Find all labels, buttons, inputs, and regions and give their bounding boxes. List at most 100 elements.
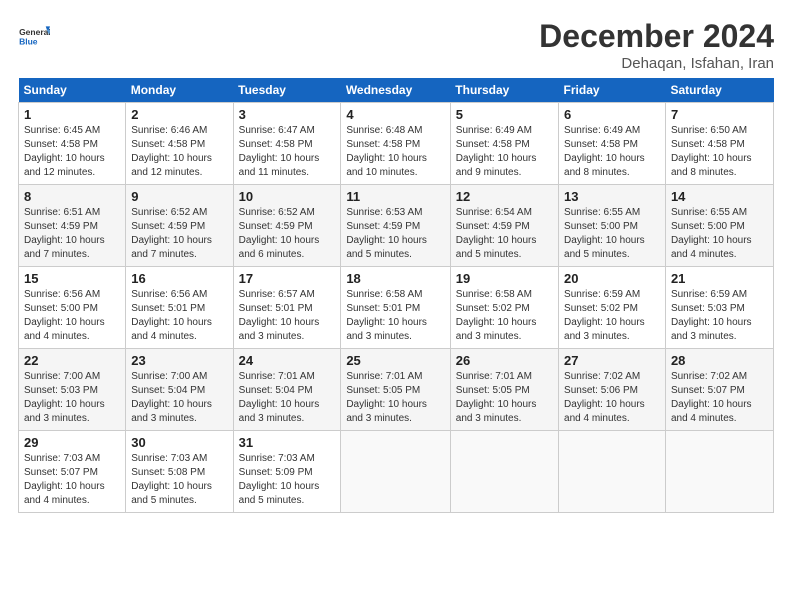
table-cell: 16 Sunrise: 6:56 AMSunset: 5:01 PMDaylig… [126,267,233,349]
table-cell: 18 Sunrise: 6:58 AMSunset: 5:01 PMDaylig… [341,267,450,349]
day-number: 20 [564,271,660,286]
day-number: 2 [131,107,227,122]
day-info: Sunrise: 6:58 AMSunset: 5:02 PMDaylight:… [456,289,537,342]
day-info: Sunrise: 6:49 AMSunset: 4:58 PMDaylight:… [456,125,537,178]
day-number: 21 [671,271,768,286]
day-info: Sunrise: 6:46 AMSunset: 4:58 PMDaylight:… [131,125,212,178]
table-cell: 29 Sunrise: 7:03 AMSunset: 5:07 PMDaylig… [19,431,126,513]
day-info: Sunrise: 6:54 AMSunset: 4:59 PMDaylight:… [456,207,537,260]
day-info: Sunrise: 7:01 AMSunset: 5:05 PMDaylight:… [346,371,427,424]
location: Dehaqan, Isfahan, Iran [539,55,774,72]
table-cell: 5 Sunrise: 6:49 AMSunset: 4:58 PMDayligh… [450,103,558,185]
header-row: Sunday Monday Tuesday Wednesday Thursday… [19,78,774,103]
table-cell: 13 Sunrise: 6:55 AMSunset: 5:00 PMDaylig… [559,185,666,267]
day-number: 28 [671,353,768,368]
day-number: 4 [346,107,444,122]
day-info: Sunrise: 6:59 AMSunset: 5:03 PMDaylight:… [671,289,752,342]
table-cell: 23 Sunrise: 7:00 AMSunset: 5:04 PMDaylig… [126,349,233,431]
day-info: Sunrise: 6:52 AMSunset: 4:59 PMDaylight:… [239,207,320,260]
day-info: Sunrise: 6:58 AMSunset: 5:01 PMDaylight:… [346,289,427,342]
day-number: 27 [564,353,660,368]
calendar-table: Sunday Monday Tuesday Wednesday Thursday… [18,78,774,513]
table-cell: 7 Sunrise: 6:50 AMSunset: 4:58 PMDayligh… [665,103,773,185]
svg-text:General: General [19,27,50,37]
title-block: December 2024 Dehaqan, Isfahan, Iran [539,18,774,72]
day-info: Sunrise: 6:53 AMSunset: 4:59 PMDaylight:… [346,207,427,260]
table-cell [341,431,450,513]
day-number: 30 [131,435,227,450]
day-info: Sunrise: 6:45 AMSunset: 4:58 PMDaylight:… [24,125,105,178]
day-info: Sunrise: 7:02 AMSunset: 5:06 PMDaylight:… [564,371,645,424]
table-cell [559,431,666,513]
table-cell: 19 Sunrise: 6:58 AMSunset: 5:02 PMDaylig… [450,267,558,349]
day-number: 24 [239,353,336,368]
day-number: 3 [239,107,336,122]
svg-text:Blue: Blue [19,37,38,47]
table-cell: 26 Sunrise: 7:01 AMSunset: 5:05 PMDaylig… [450,349,558,431]
day-number: 26 [456,353,553,368]
day-number: 11 [346,189,444,204]
table-cell: 4 Sunrise: 6:48 AMSunset: 4:58 PMDayligh… [341,103,450,185]
day-number: 10 [239,189,336,204]
day-number: 8 [24,189,120,204]
day-number: 14 [671,189,768,204]
day-info: Sunrise: 6:55 AMSunset: 5:00 PMDaylight:… [671,207,752,260]
day-number: 16 [131,271,227,286]
table-cell: 9 Sunrise: 6:52 AMSunset: 4:59 PMDayligh… [126,185,233,267]
day-number: 18 [346,271,444,286]
table-cell [450,431,558,513]
day-info: Sunrise: 6:49 AMSunset: 4:58 PMDaylight:… [564,125,645,178]
day-number: 25 [346,353,444,368]
day-info: Sunrise: 6:56 AMSunset: 5:00 PMDaylight:… [24,289,105,342]
day-number: 29 [24,435,120,450]
day-info: Sunrise: 6:47 AMSunset: 4:58 PMDaylight:… [239,125,320,178]
col-thursday: Thursday [450,78,558,103]
day-number: 12 [456,189,553,204]
table-cell: 15 Sunrise: 6:56 AMSunset: 5:00 PMDaylig… [19,267,126,349]
day-info: Sunrise: 7:00 AMSunset: 5:03 PMDaylight:… [24,371,105,424]
table-cell: 27 Sunrise: 7:02 AMSunset: 5:06 PMDaylig… [559,349,666,431]
day-info: Sunrise: 6:51 AMSunset: 4:59 PMDaylight:… [24,207,105,260]
main-container: General Blue December 2024 Dehaqan, Isfa… [0,0,792,523]
col-saturday: Saturday [665,78,773,103]
table-cell: 17 Sunrise: 6:57 AMSunset: 5:01 PMDaylig… [233,267,341,349]
month-title: December 2024 [539,18,774,55]
table-cell: 12 Sunrise: 6:54 AMSunset: 4:59 PMDaylig… [450,185,558,267]
table-cell: 10 Sunrise: 6:52 AMSunset: 4:59 PMDaylig… [233,185,341,267]
day-number: 31 [239,435,336,450]
col-sunday: Sunday [19,78,126,103]
table-cell: 24 Sunrise: 7:01 AMSunset: 5:04 PMDaylig… [233,349,341,431]
table-cell: 25 Sunrise: 7:01 AMSunset: 5:05 PMDaylig… [341,349,450,431]
table-cell: 21 Sunrise: 6:59 AMSunset: 5:03 PMDaylig… [665,267,773,349]
day-number: 19 [456,271,553,286]
day-number: 23 [131,353,227,368]
day-number: 17 [239,271,336,286]
header: General Blue December 2024 Dehaqan, Isfa… [18,18,774,72]
col-wednesday: Wednesday [341,78,450,103]
table-cell: 2 Sunrise: 6:46 AMSunset: 4:58 PMDayligh… [126,103,233,185]
table-cell: 8 Sunrise: 6:51 AMSunset: 4:59 PMDayligh… [19,185,126,267]
table-cell: 30 Sunrise: 7:03 AMSunset: 5:08 PMDaylig… [126,431,233,513]
table-cell: 3 Sunrise: 6:47 AMSunset: 4:58 PMDayligh… [233,103,341,185]
day-number: 9 [131,189,227,204]
table-cell [665,431,773,513]
table-cell: 1 Sunrise: 6:45 AMSunset: 4:58 PMDayligh… [19,103,126,185]
day-info: Sunrise: 6:55 AMSunset: 5:00 PMDaylight:… [564,207,645,260]
col-monday: Monday [126,78,233,103]
day-info: Sunrise: 7:03 AMSunset: 5:09 PMDaylight:… [239,453,320,506]
table-cell: 11 Sunrise: 6:53 AMSunset: 4:59 PMDaylig… [341,185,450,267]
table-cell: 14 Sunrise: 6:55 AMSunset: 5:00 PMDaylig… [665,185,773,267]
table-cell: 22 Sunrise: 7:00 AMSunset: 5:03 PMDaylig… [19,349,126,431]
col-friday: Friday [559,78,666,103]
day-number: 7 [671,107,768,122]
day-info: Sunrise: 7:03 AMSunset: 5:07 PMDaylight:… [24,453,105,506]
day-info: Sunrise: 7:01 AMSunset: 5:04 PMDaylight:… [239,371,320,424]
day-info: Sunrise: 7:03 AMSunset: 5:08 PMDaylight:… [131,453,212,506]
day-number: 13 [564,189,660,204]
col-tuesday: Tuesday [233,78,341,103]
day-number: 15 [24,271,120,286]
table-cell: 6 Sunrise: 6:49 AMSunset: 4:58 PMDayligh… [559,103,666,185]
day-info: Sunrise: 6:52 AMSunset: 4:59 PMDaylight:… [131,207,212,260]
day-info: Sunrise: 6:57 AMSunset: 5:01 PMDaylight:… [239,289,320,342]
day-number: 6 [564,107,660,122]
